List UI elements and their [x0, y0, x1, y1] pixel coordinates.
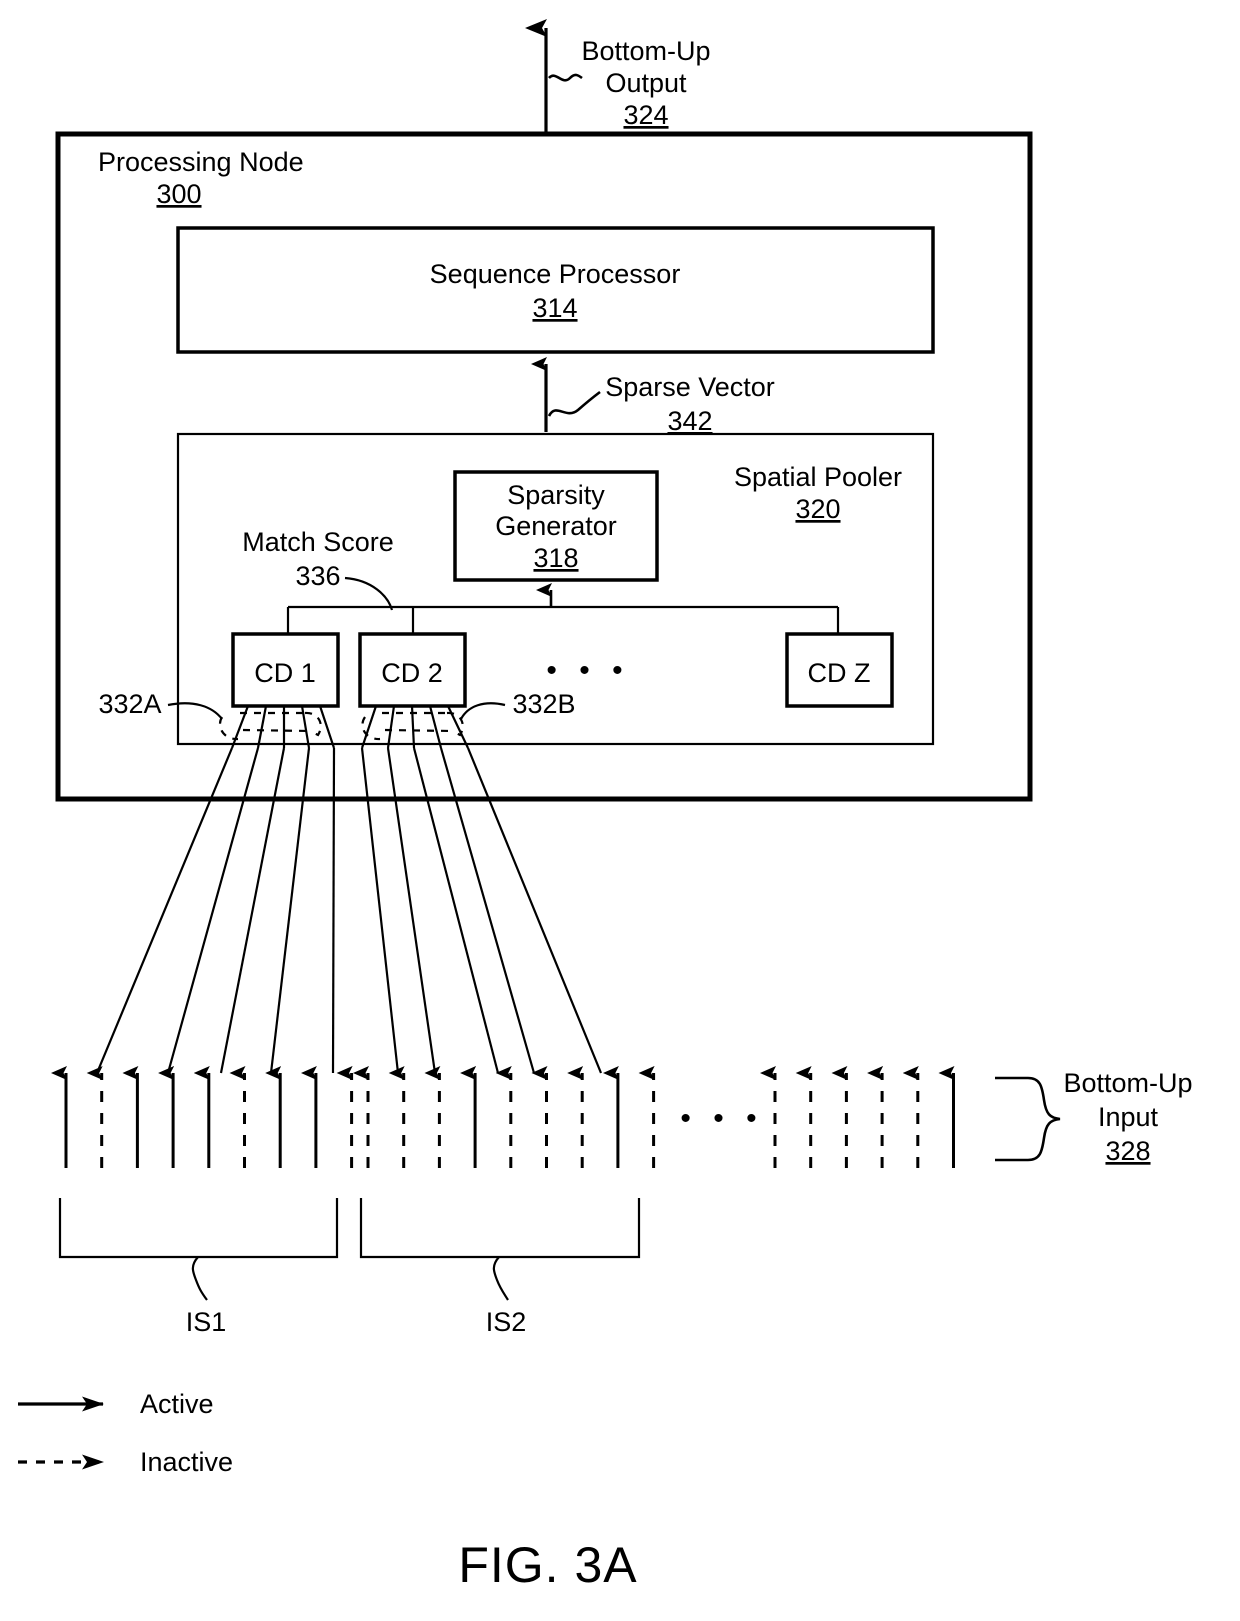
- bottom-up-input-line1: Bottom-Up: [1063, 1068, 1192, 1098]
- processing-node-ref: 300: [156, 179, 201, 209]
- cd-ellipsis: • • •: [546, 654, 629, 687]
- sparsity-generator-line2: Generator: [495, 511, 617, 541]
- spatial-pooler-title: Spatial Pooler: [734, 462, 902, 492]
- bottom-up-input-arrow-row: [51, 1066, 955, 1168]
- sequence-processor-title: Sequence Processor: [430, 259, 681, 289]
- dendrite-ref-332b: 332B: [512, 689, 575, 719]
- legend-active-label: Active: [140, 1389, 214, 1419]
- sparsity-generator-ref: 318: [533, 543, 578, 573]
- cd-label-1: CD 1: [254, 658, 316, 688]
- bottom-up-input-brace: [995, 1076, 1061, 1162]
- spatial-pooler-ref: 320: [795, 494, 840, 524]
- dendrite-ref-332a: 332A: [98, 689, 161, 719]
- is1-label: IS1: [186, 1307, 227, 1337]
- bottom-up-output-ref: 324: [623, 100, 668, 130]
- input-arrows-ellipsis: • • •: [680, 1102, 763, 1135]
- is2-bracket: [359, 1198, 641, 1301]
- match-score-ref: 336: [295, 561, 340, 591]
- match-score-title: Match Score: [242, 527, 394, 557]
- bottom-up-input-line2: Input: [1098, 1102, 1159, 1132]
- cd-label-2: CD 2: [381, 658, 443, 688]
- legend-inactive-label: Inactive: [140, 1447, 233, 1477]
- is2-label: IS2: [486, 1307, 527, 1337]
- sparse-vector-ref: 342: [667, 406, 712, 436]
- is1-bracket: [58, 1198, 339, 1301]
- cd-label-z: CD Z: [808, 658, 871, 688]
- figure-canvas: Bottom-Up Output 324 Processing Node 300…: [18, 19, 1193, 1593]
- bottom-up-input-ref: 328: [1105, 1136, 1150, 1166]
- processing-node-title: Processing Node: [98, 147, 304, 177]
- figure-caption: FIG. 3A: [458, 1537, 637, 1593]
- sequence-processor-ref: 314: [532, 293, 577, 323]
- bottom-up-output-arrow: [525, 19, 583, 135]
- sparse-vector-title: Sparse Vector: [605, 372, 775, 402]
- patent-figure-page: Bottom-Up Output 324 Processing Node 300…: [0, 0, 1240, 1621]
- sparsity-generator-line1: Sparsity: [507, 480, 605, 510]
- sequence-processor-box: [176, 226, 935, 354]
- bottom-up-output-line1: Bottom-Up: [581, 36, 710, 66]
- bottom-up-output-line2: Output: [605, 68, 687, 98]
